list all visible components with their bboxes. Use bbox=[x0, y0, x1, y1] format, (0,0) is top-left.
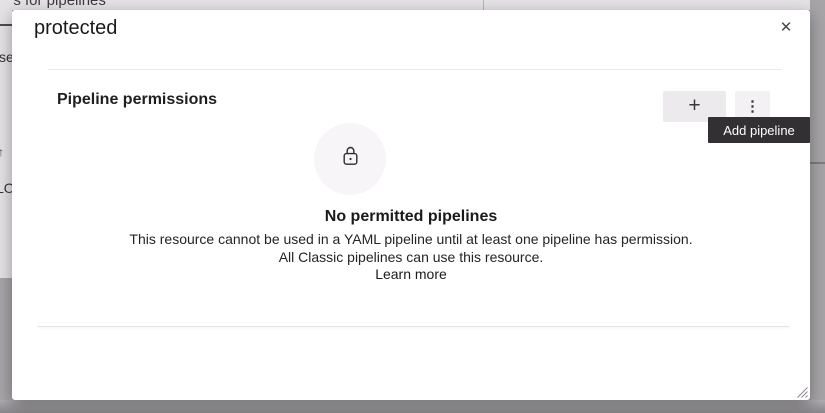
empty-state-icon-circle bbox=[314, 123, 386, 195]
sort-arrow-fragment: ↑ bbox=[0, 145, 4, 159]
lock-icon bbox=[342, 146, 359, 166]
page-divider-fragment bbox=[0, 24, 12, 26]
window-bottom-shadow bbox=[0, 400, 825, 413]
screenshot-canvas: ars for pipelines se ↑ LO protected ✕ Pi… bbox=[0, 0, 825, 413]
empty-state-description-1: This resource cannot be used in a YAML p… bbox=[12, 231, 810, 249]
page-top-strip: ars for pipelines bbox=[0, 0, 810, 10]
dialog-title: protected bbox=[34, 17, 117, 40]
plus-icon: + bbox=[688, 95, 700, 116]
page-left-strip: se ↑ LO bbox=[0, 0, 12, 278]
pipeline-permissions-dialog: protected ✕ Pipeline permissions + ⋮ Add… bbox=[12, 10, 810, 400]
page-vertical-divider bbox=[483, 0, 484, 10]
empty-state-title: No permitted pipelines bbox=[12, 209, 810, 225]
close-button[interactable]: ✕ bbox=[775, 16, 797, 38]
page-text-fragment: LO bbox=[0, 180, 12, 196]
page-text-fragment: se bbox=[0, 49, 12, 65]
section-heading: Pipeline permissions bbox=[57, 91, 217, 109]
background-horizontal-line bbox=[810, 162, 825, 164]
learn-more-link[interactable]: Learn more bbox=[375, 266, 447, 284]
header-divider bbox=[48, 69, 782, 70]
content-bottom-divider bbox=[37, 326, 790, 327]
kebab-icon: ⋮ bbox=[745, 99, 760, 114]
empty-state: No permitted pipelines This resource can… bbox=[12, 209, 810, 284]
resize-grip-icon bbox=[795, 385, 808, 398]
resize-handle[interactable] bbox=[795, 385, 808, 398]
close-icon: ✕ bbox=[780, 20, 793, 35]
add-pipeline-tooltip: Add pipeline bbox=[708, 117, 810, 143]
empty-state-description-2: All Classic pipelines can use this resou… bbox=[12, 249, 810, 267]
page-text-fragment: ars for pipelines bbox=[0, 0, 106, 9]
